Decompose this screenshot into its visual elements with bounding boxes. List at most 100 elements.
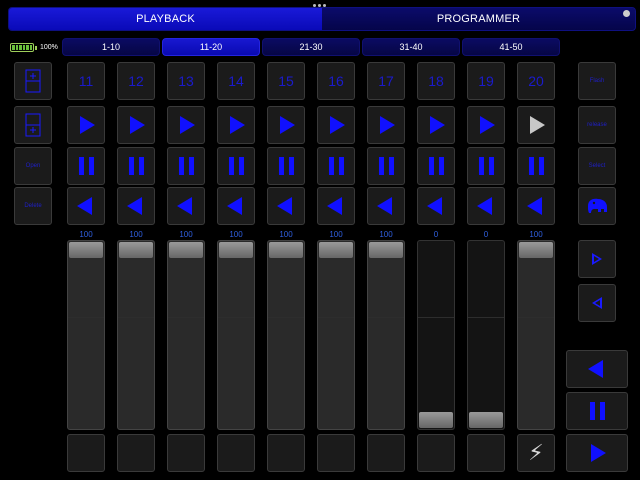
playback-back-button[interactable] xyxy=(367,187,405,225)
release-button[interactable]: release xyxy=(578,106,616,144)
playback-back-button[interactable] xyxy=(517,187,555,225)
playback-pause-button[interactable] xyxy=(467,147,505,185)
fader-knob[interactable] xyxy=(269,242,303,258)
playback-number-button[interactable]: 20 xyxy=(517,62,555,100)
elephant-button[interactable] xyxy=(578,187,616,225)
page-tab-21-30[interactable]: 21-30 xyxy=(262,38,360,56)
playback-flash-button[interactable] xyxy=(367,434,405,472)
prev-page-button[interactable] xyxy=(578,284,616,322)
fader-knob[interactable] xyxy=(169,242,203,258)
playback-pause-button[interactable] xyxy=(217,147,255,185)
page-tab-31-40[interactable]: 31-40 xyxy=(362,38,460,56)
delete-button[interactable]: Delete xyxy=(14,187,52,225)
playback-number-button[interactable]: 15 xyxy=(267,62,305,100)
page-tab-1-10[interactable]: 1-10 xyxy=(62,38,160,56)
fader-knob[interactable] xyxy=(419,412,453,428)
playback-go-button[interactable] xyxy=(367,106,405,144)
fader-knob[interactable] xyxy=(469,412,503,428)
tab-playback[interactable]: PLAYBACK xyxy=(9,8,322,30)
playback-go-button[interactable] xyxy=(167,106,205,144)
playback-flash-button[interactable] xyxy=(67,434,105,472)
playback-back-button[interactable] xyxy=(217,187,255,225)
playback-number-button[interactable]: 12 xyxy=(117,62,155,100)
playback-level: 0 xyxy=(433,230,439,239)
playback-number-button[interactable]: 16 xyxy=(317,62,355,100)
master-go-button[interactable] xyxy=(566,434,628,472)
delete-button-label: Delete xyxy=(24,203,42,209)
page-tab-11-20[interactable]: 11-20 xyxy=(162,38,260,56)
playback-fader[interactable] xyxy=(367,240,405,430)
playback-flash-button[interactable] xyxy=(417,434,455,472)
master-pause-button[interactable] xyxy=(566,392,628,430)
playback-go-button[interactable] xyxy=(517,106,555,144)
playback-go-button[interactable] xyxy=(317,106,355,144)
playback-back-button[interactable] xyxy=(417,187,455,225)
playback-number-button[interactable]: 13 xyxy=(167,62,205,100)
playback-flash-button[interactable] xyxy=(467,434,505,472)
playback-flash-button[interactable] xyxy=(267,434,305,472)
playback-back-button[interactable] xyxy=(317,187,355,225)
fader-knob[interactable] xyxy=(119,242,153,258)
playback-number: 12 xyxy=(128,73,144,89)
select-button-label: Select xyxy=(588,163,606,169)
playback-flash-button[interactable] xyxy=(117,434,155,472)
flash-mode-button[interactable]: Flash xyxy=(578,62,616,100)
playback-pause-button[interactable] xyxy=(417,147,455,185)
playback-back-button[interactable] xyxy=(117,187,155,225)
playback-flash-button[interactable] xyxy=(317,434,355,472)
playback-pause-button[interactable] xyxy=(117,147,155,185)
playback-number-button[interactable]: 11 xyxy=(67,62,105,100)
playback-go-button[interactable] xyxy=(117,106,155,144)
master-back-button[interactable] xyxy=(566,350,628,388)
playback-flash-button[interactable] xyxy=(217,434,255,472)
playback-fader[interactable] xyxy=(417,240,455,430)
playback-go-button[interactable] xyxy=(67,106,105,144)
playback-flash-button[interactable]: ⚡︎ xyxy=(517,434,555,472)
update-button[interactable] xyxy=(14,106,52,144)
playback-number: 11 xyxy=(78,73,94,89)
playback-pause-button[interactable] xyxy=(167,147,205,185)
playback-pause-button[interactable] xyxy=(267,147,305,185)
playback-fader[interactable] xyxy=(67,240,105,430)
fader-knob[interactable] xyxy=(319,242,353,258)
playback-go-button[interactable] xyxy=(267,106,305,144)
select-button[interactable]: Select xyxy=(578,147,616,185)
playback-fader[interactable] xyxy=(117,240,155,430)
playback-back-button[interactable] xyxy=(67,187,105,225)
playback-number: 14 xyxy=(228,73,244,89)
playback-pause-button[interactable] xyxy=(317,147,355,185)
fader-knob[interactable] xyxy=(69,242,103,258)
playback-fader[interactable] xyxy=(517,240,555,430)
playback-back-button[interactable] xyxy=(467,187,505,225)
open-button[interactable]: Open xyxy=(14,147,52,185)
playback-pause-button[interactable] xyxy=(67,147,105,185)
back-icon xyxy=(377,197,392,215)
playback-pause-button[interactable] xyxy=(517,147,555,185)
playback-fader[interactable] xyxy=(267,240,305,430)
playback-pause-button[interactable] xyxy=(367,147,405,185)
next-page-button[interactable] xyxy=(578,240,616,278)
playback-flash-button[interactable] xyxy=(167,434,205,472)
playback-go-button[interactable] xyxy=(417,106,455,144)
back-icon xyxy=(77,197,92,215)
fader-knob[interactable] xyxy=(369,242,403,258)
playback-go-button[interactable] xyxy=(467,106,505,144)
playback-number-button[interactable]: 14 xyxy=(217,62,255,100)
page-tab-41-50[interactable]: 41-50 xyxy=(462,38,560,56)
playback-back-button[interactable] xyxy=(267,187,305,225)
playback-fader[interactable] xyxy=(167,240,205,430)
playback-fader[interactable] xyxy=(317,240,355,430)
playback-number-button[interactable]: 17 xyxy=(367,62,405,100)
playback-number-button[interactable]: 18 xyxy=(417,62,455,100)
fader-knob[interactable] xyxy=(519,242,553,258)
playback-fader[interactable] xyxy=(217,240,255,430)
playback-number: 17 xyxy=(378,73,394,89)
playback-go-button[interactable] xyxy=(217,106,255,144)
playback-fader[interactable] xyxy=(467,240,505,430)
playback-back-button[interactable] xyxy=(167,187,205,225)
tab-programmer[interactable]: PROGRAMMER xyxy=(322,8,635,30)
back-outline-icon xyxy=(592,297,602,309)
fader-knob[interactable] xyxy=(219,242,253,258)
playback-number-button[interactable]: 19 xyxy=(467,62,505,100)
record-button[interactable] xyxy=(14,62,52,100)
